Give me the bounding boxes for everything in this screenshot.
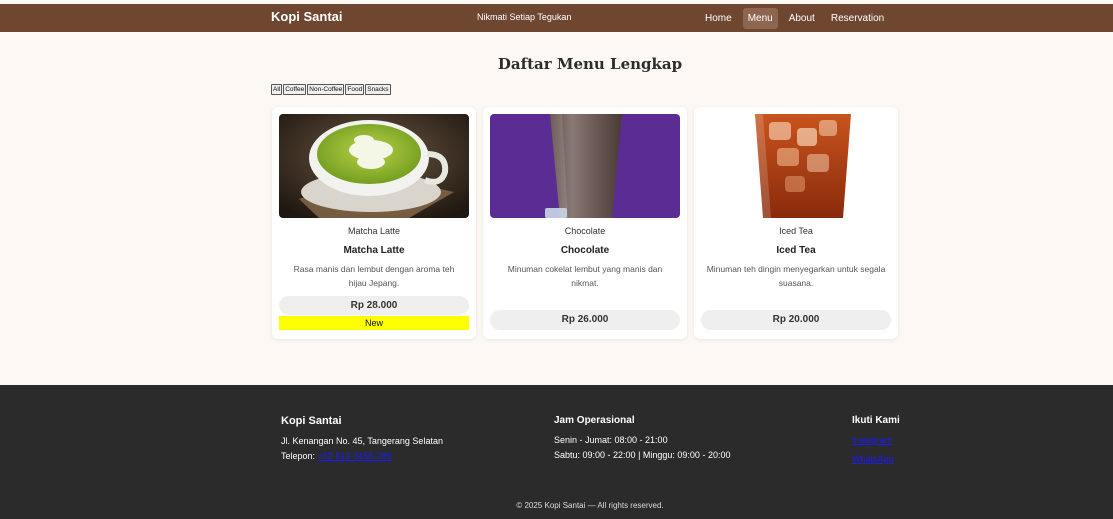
site-footer: Kopi Santai Jl. Kenangan No. 45, Tangera… — [0, 385, 1113, 519]
chocolate-drink-photo — [490, 114, 680, 218]
top-navbar: Kopi Santai Nikmati Setiap Tegukan Home … — [0, 4, 1113, 32]
menu-card[interactable]: Chocolate Chocolate Minuman cokelat lemb… — [483, 107, 687, 339]
iced-tea-photo — [701, 114, 891, 218]
footer-social: Ikuti Kami Instagram WhatsApp — [852, 415, 900, 467]
filter-non-coffee-button[interactable]: Non-Coffee — [307, 84, 345, 95]
footer-brand: Kopi Santai — [281, 415, 342, 427]
menu-card[interactable]: Iced Tea Iced Tea Minuman teh dingin men… — [694, 107, 898, 339]
card-title: Matcha Latte — [343, 245, 405, 256]
footer-about: Kopi Santai Jl. Kenangan No. 45, Tangera… — [281, 415, 443, 464]
category-filters: All Coffee Non-Coffee Food Snacks — [271, 84, 391, 95]
brand-logo[interactable]: Kopi Santai — [271, 9, 343, 24]
footer-address: Jl. Kenangan No. 45, Tangerang Selatan — [281, 436, 443, 446]
card-description: Rasa manis dan lembut dengan aroma teh h… — [293, 264, 455, 288]
nav-menu[interactable]: Menu — [742, 8, 778, 29]
filter-all-button[interactable]: All — [271, 84, 283, 95]
new-badge: New — [279, 316, 469, 330]
filter-food-button[interactable]: Food — [345, 84, 365, 95]
hours-title: Jam Operasional — [554, 415, 635, 426]
image-alt-text: Chocolate — [564, 226, 606, 236]
hours-weekday: Senin - Jumat: 08:00 - 21:00 — [554, 435, 668, 445]
instagram-link[interactable]: Instagram — [852, 435, 892, 445]
image-alt-text: Iced Tea — [779, 226, 813, 236]
image-alt-text: Matcha Latte — [347, 226, 401, 236]
price-tag: Rp 28.000 — [279, 296, 469, 315]
price-tag: Rp 26.000 — [490, 310, 680, 330]
main-nav: Home Menu About Reservation — [700, 8, 889, 29]
footer-hours: Jam Operasional Senin - Jumat: 08:00 - 2… — [554, 415, 730, 463]
card-description: Minuman teh dingin menyegarkan untuk seg… — [706, 264, 886, 288]
filter-snacks-button[interactable]: Snacks — [365, 84, 391, 95]
card-title: Iced Tea — [776, 245, 816, 256]
card-title: Chocolate — [560, 245, 610, 256]
phone-link[interactable]: +62 812-3456-789 — [318, 451, 392, 461]
page-title: Daftar Menu Lengkap — [497, 55, 683, 73]
phone-label: Telepon: — [281, 451, 316, 461]
copyright: © 2025 Kopi Santai — All rights reserved… — [516, 501, 664, 510]
whatsapp-link[interactable]: WhatsApp — [852, 454, 894, 464]
nav-about[interactable]: About — [784, 8, 820, 29]
nav-home[interactable]: Home — [700, 8, 737, 29]
social-title: Ikuti Kami — [852, 415, 900, 426]
price-tag: Rp 20.000 — [701, 310, 891, 330]
hours-weekend: Sabtu: 09:00 - 22:00 | Minggu: 09:00 - 2… — [554, 450, 731, 460]
footer-phone-row: Telepon: +62 812-3456-789 — [281, 449, 443, 464]
nav-reservation[interactable]: Reservation — [826, 8, 889, 29]
matcha-latte-photo — [279, 114, 469, 218]
menu-card[interactable]: Matcha Latte Matcha Latte Rasa manis dan… — [272, 107, 476, 339]
card-description: Minuman cokelat lembut yang manis dan ni… — [507, 264, 663, 288]
filter-coffee-button[interactable]: Coffee — [283, 84, 307, 95]
menu-card-list: Matcha Latte Matcha Latte Rasa manis dan… — [272, 107, 898, 339]
tagline: Nikmati Setiap Tegukan — [477, 12, 572, 22]
